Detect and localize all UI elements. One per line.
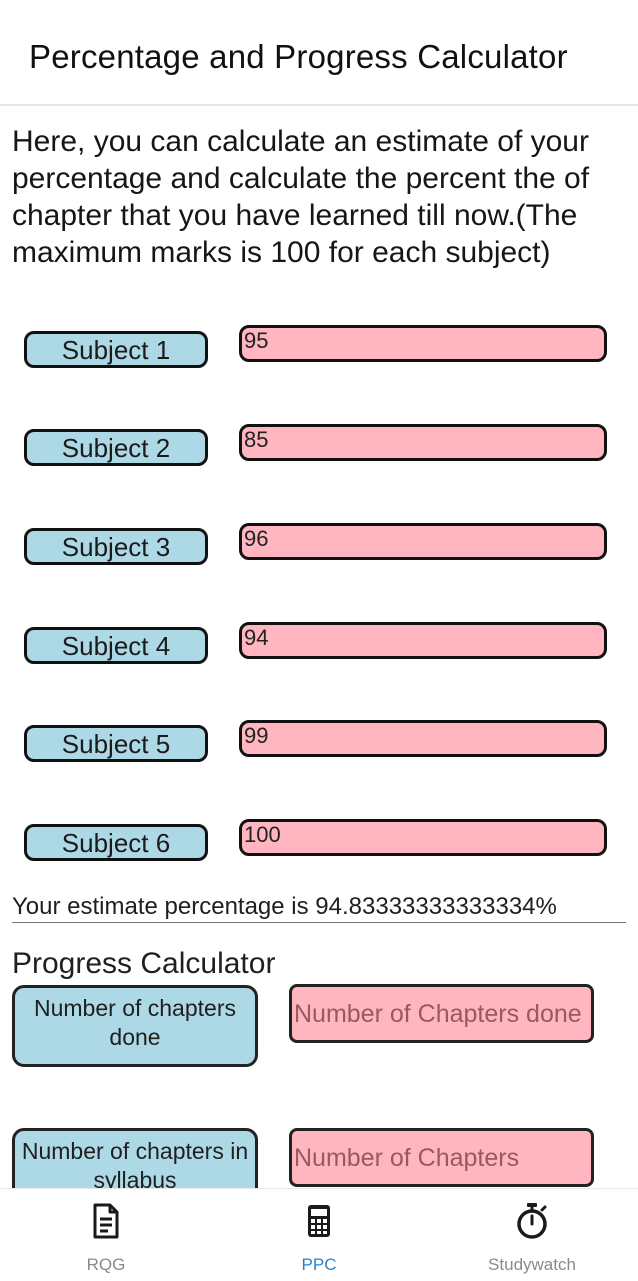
- nav-label-studywatch: Studywatch: [488, 1255, 576, 1274]
- nav-label-rqg: RQG: [86, 1255, 126, 1274]
- nav-item-rqg[interactable]: RQG: [0, 1189, 212, 1281]
- calculator-icon: [308, 1205, 330, 1237]
- chapters-done-input[interactable]: Number of Chapters done: [289, 984, 594, 1043]
- subject-4-button[interactable]: Subject 4: [24, 627, 208, 664]
- subject-1-input[interactable]: 95: [239, 325, 607, 362]
- stopwatch-icon: [517, 1203, 547, 1239]
- subject-5-input[interactable]: 99: [239, 720, 607, 757]
- subject-2-button[interactable]: Subject 2: [24, 429, 208, 466]
- subject-5-button[interactable]: Subject 5: [24, 725, 208, 762]
- subject-3-input[interactable]: 96: [239, 523, 607, 560]
- chapters-total-input[interactable]: Number of Chapters: [289, 1128, 594, 1187]
- nav-label-ppc: PPC: [301, 1255, 337, 1274]
- subject-2-input[interactable]: 85: [239, 424, 607, 461]
- bottom-navigation: RQG PPC Studywatch: [0, 1188, 638, 1280]
- page-title: Percentage and Progress Calculator: [29, 38, 568, 75]
- subject-1-button[interactable]: Subject 1: [24, 331, 208, 368]
- nav-item-ppc[interactable]: PPC: [213, 1189, 425, 1281]
- nav-item-studywatch[interactable]: Studywatch: [426, 1189, 638, 1281]
- subject-6-input[interactable]: 100: [239, 819, 607, 856]
- document-icon: [93, 1203, 119, 1239]
- estimate-percentage-text: Your estimate percentage is 94.833333333…: [12, 893, 626, 923]
- intro-text: Here, you can calculate an estimate of y…: [12, 125, 590, 269]
- subject-3-button[interactable]: Subject 3: [24, 528, 208, 565]
- subject-4-input[interactable]: 94: [239, 622, 607, 659]
- app-header: Percentage and Progress Calculator: [0, 0, 638, 106]
- chapters-done-button[interactable]: Number of chapters done: [12, 985, 258, 1067]
- progress-calculator-heading: Progress Calculator: [12, 947, 276, 980]
- subject-6-button[interactable]: Subject 6: [24, 824, 208, 861]
